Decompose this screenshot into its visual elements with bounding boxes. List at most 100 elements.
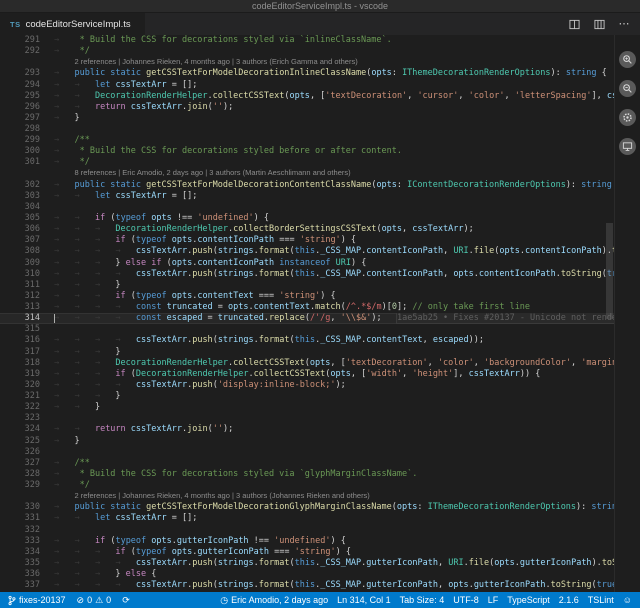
code-line-content[interactable]: → → → DecorationRenderHelper.collectCSST… (54, 358, 614, 369)
line-number[interactable]: 322 (0, 402, 54, 413)
line-number[interactable]: 328 (0, 469, 54, 480)
line-number[interactable]: 301 (0, 157, 54, 168)
feedback-item[interactable]: ☺ (623, 596, 632, 605)
vertical-scrollbar[interactable] (606, 223, 613, 319)
toggle-editor-layout-button[interactable] (592, 17, 606, 31)
line-number[interactable]: 304 (0, 202, 54, 213)
git-branch-item[interactable]: fixes-20137 (8, 595, 66, 606)
code-line-content[interactable]: → } (54, 436, 614, 447)
code-line-content[interactable]: → → DecorationRenderHelper.collectCSSTex… (54, 91, 614, 102)
code-line-content[interactable]: → → → → cssTextArr.push(strings.format(t… (54, 580, 614, 591)
cursor-position-item[interactable]: Ln 314, Col 1 (337, 595, 391, 605)
code-line-content[interactable]: → } (54, 113, 614, 124)
code-line-content[interactable]: → * Build the CSS for decorations styled… (54, 146, 614, 157)
split-editor-button[interactable] (567, 17, 581, 31)
line-number[interactable]: 300 (0, 146, 54, 157)
code-line-content[interactable]: → public static getCSSTextForModelDecora… (54, 502, 614, 513)
editor[interactable]: 291 → * Build the CSS for decorations sty… (0, 35, 640, 592)
git-sync-item[interactable]: ⟳ (122, 596, 130, 605)
code-line-content[interactable]: → → → } (54, 280, 614, 291)
code-line-content[interactable]: → → if (typeof opts.gutterIconPath !== '… (54, 536, 614, 547)
code-line-content[interactable]: → → → → cssTextArr.push(strings.format(t… (54, 246, 614, 257)
line-number[interactable]: 318 (0, 358, 54, 369)
line-number[interactable]: 329 (0, 480, 54, 491)
line-number[interactable]: 296 (0, 102, 54, 113)
line-number[interactable]: 311 (0, 280, 54, 291)
code-line-content[interactable]: → /** (54, 135, 614, 146)
line-number[interactable]: 321 (0, 391, 54, 402)
code-line-content[interactable]: → → → } (54, 391, 614, 402)
line-number[interactable]: 308 (0, 246, 54, 257)
more-actions-button[interactable]: ⋯ (617, 17, 631, 31)
line-number[interactable]: 315 (0, 324, 54, 335)
code-line-content[interactable]: → → → } (54, 347, 614, 358)
blame-item[interactable]: ◷ Eric Amodio, 2 days ago (220, 595, 328, 605)
code-line-content[interactable]: → public static getCSSTextForModelDecora… (54, 68, 614, 79)
line-number[interactable]: 310 (0, 269, 54, 280)
line-number[interactable]: 313 (0, 302, 54, 313)
codelens-content[interactable]: 8 references | Eric Amodio, 2 days ago |… (54, 167, 614, 179)
code-line-content[interactable] (54, 324, 614, 335)
code-line-content[interactable] (54, 413, 614, 424)
screen-button[interactable] (619, 138, 636, 155)
line-number[interactable]: 292 (0, 46, 54, 57)
code-line-content[interactable]: → → → → cssTextArr.push(strings.format(t… (54, 269, 614, 280)
encoding-item[interactable]: UTF-8 (453, 595, 479, 605)
line-number[interactable]: 309 (0, 258, 54, 269)
code-line-content[interactable]: → → → } else { (54, 569, 614, 580)
code-line-content[interactable] (54, 525, 614, 536)
line-number[interactable]: 326 (0, 447, 54, 458)
tab-code-editor-service-impl[interactable]: TS codeEditorServiceImpl.ts (0, 13, 145, 35)
code-line-content[interactable]: → → } (54, 402, 614, 413)
code-line-content[interactable]: → → → → cssTextArr.push(strings.format(t… (54, 335, 614, 346)
code-line-content[interactable]: → → → → cssTextArr.push('display:inline-… (54, 380, 614, 391)
settings-gear-button[interactable] (619, 109, 636, 126)
line-number[interactable]: 316 (0, 335, 54, 346)
code-line-content[interactable]: → → let cssTextArr = []; (54, 191, 614, 202)
line-number[interactable]: 336 (0, 569, 54, 580)
code-line-content[interactable]: → → let cssTextArr = []; (54, 513, 614, 524)
code-line-content[interactable] (54, 124, 614, 135)
codelens-links[interactable]: 2 references | Johannes Rieken, 4 months… (74, 57, 357, 66)
line-number[interactable]: 330 (0, 502, 54, 513)
line-number[interactable]: 332 (0, 525, 54, 536)
line-number[interactable]: 323 (0, 413, 54, 424)
eol-item[interactable]: LF (488, 595, 499, 605)
line-number[interactable]: 325 (0, 436, 54, 447)
line-number[interactable]: 334 (0, 547, 54, 558)
line-number[interactable]: 298 (0, 124, 54, 135)
line-number[interactable]: 302 (0, 180, 54, 191)
code-line-content[interactable]: → → → → cssTextArr.push(strings.format(t… (54, 558, 614, 569)
codelens-links[interactable]: 2 references | Johannes Rieken, 4 months… (74, 491, 369, 500)
line-number[interactable]: 303 (0, 191, 54, 202)
code-line-content[interactable]: → → → } else if (opts.contentIconPath in… (54, 258, 614, 269)
line-number[interactable]: 306 (0, 224, 54, 235)
indentation-item[interactable]: Tab Size: 4 (400, 595, 445, 605)
ts-version-item[interactable]: 2.1.6 (559, 595, 579, 605)
problems-item[interactable]: ⊘ 0 ⚠ 0 (77, 595, 112, 605)
code-line-content[interactable]: → → → if (typeof opts.gutterIconPath ===… (54, 547, 614, 558)
line-number[interactable]: 291 (0, 35, 54, 46)
codelens-links[interactable]: 8 references | Eric Amodio, 2 days ago |… (74, 168, 350, 177)
code-line-content[interactable] (54, 202, 614, 213)
line-number[interactable]: 333 (0, 536, 54, 547)
line-number[interactable]: 295 (0, 91, 54, 102)
code-line-content[interactable]: → public static getCSSTextForModelDecora… (54, 180, 614, 191)
codelens-content[interactable]: 2 references | Johannes Rieken, 4 months… (54, 56, 614, 68)
codelens-content[interactable]: 2 references | Johannes Rieken, 4 months… (54, 490, 614, 502)
code-line-content[interactable]: → → return cssTextArr.join(''); (54, 424, 614, 435)
line-number[interactable]: 327 (0, 458, 54, 469)
code-line-content[interactable]: → /** (54, 458, 614, 469)
language-mode-item[interactable]: TypeScript (507, 595, 550, 605)
code-line-content[interactable]: → → → if (typeof opts.contentText === 's… (54, 291, 614, 302)
line-number[interactable]: 297 (0, 113, 54, 124)
line-number[interactable]: 324 (0, 424, 54, 435)
code-area[interactable]: 291 → * Build the CSS for decorations sty… (0, 35, 614, 592)
zoom-out-button[interactable] (619, 80, 636, 97)
line-number[interactable]: 331 (0, 513, 54, 524)
code-line-content[interactable]: → → → → const truncated = opts.contentTe… (54, 302, 614, 313)
code-line-content[interactable]: → → return cssTextArr.join(''); (54, 102, 614, 113)
line-number[interactable]: 317 (0, 347, 54, 358)
code-line-content[interactable] (54, 447, 614, 458)
line-number[interactable]: 307 (0, 235, 54, 246)
